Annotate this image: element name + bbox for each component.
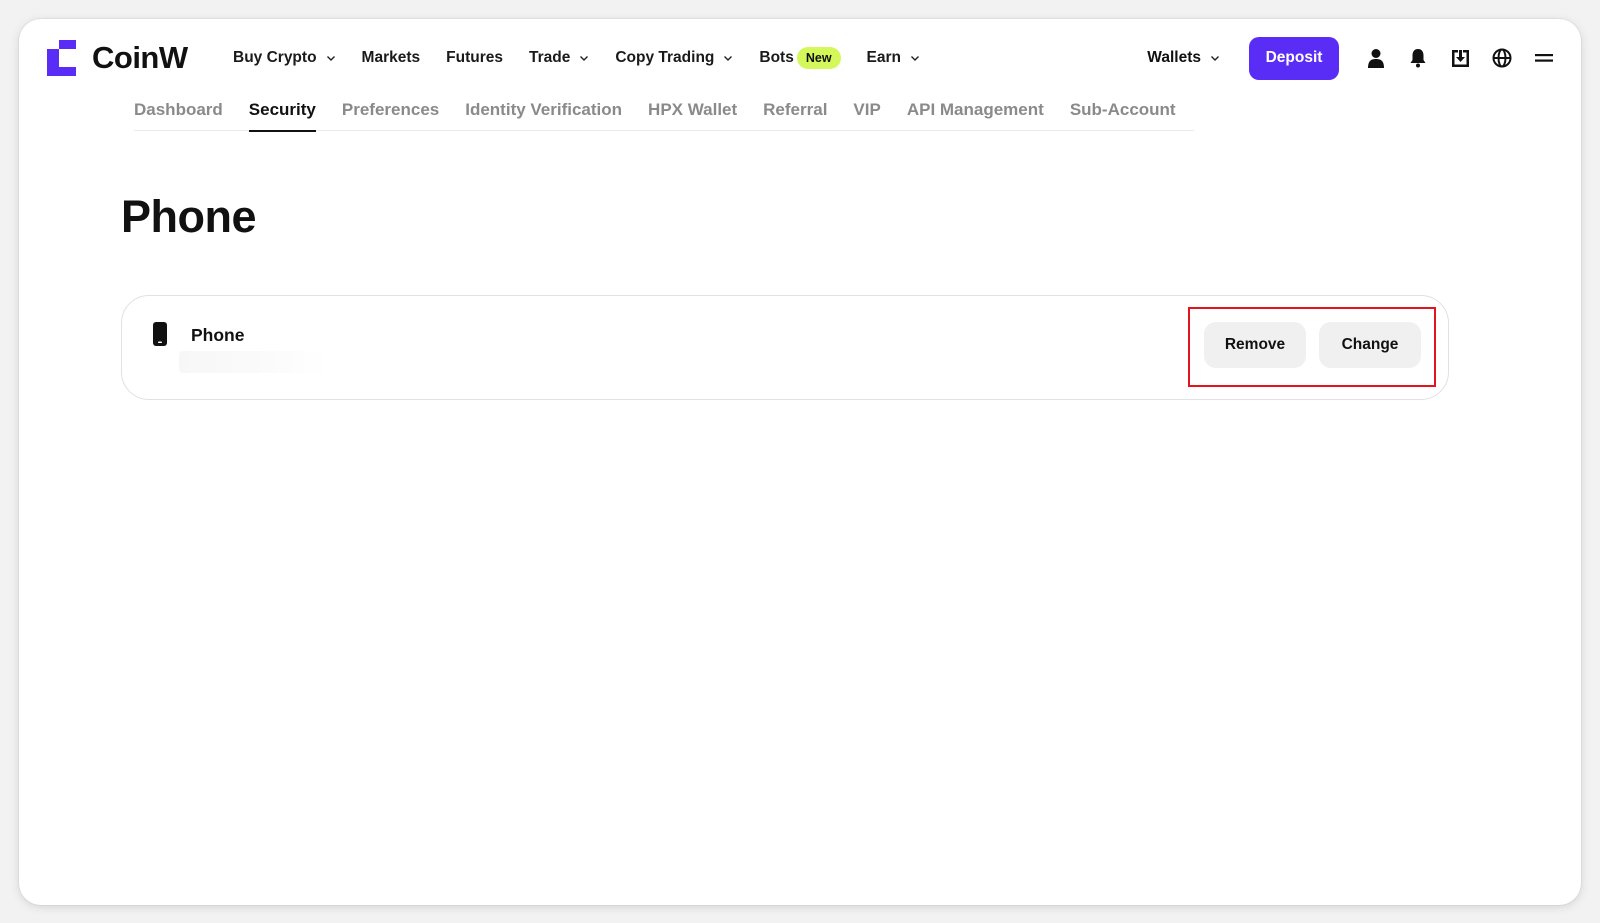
phone-card: Phone Remove Change xyxy=(121,295,1449,400)
nav-item-copy-trading[interactable]: Copy Trading xyxy=(615,49,733,67)
wallets-label: Wallets xyxy=(1147,49,1201,66)
main-nav: Buy Crypto Markets Futures Trade Copy Tradin… xyxy=(233,46,946,70)
tab-identity-verification[interactable]: Identity Verification xyxy=(465,100,622,131)
nav-item-earn[interactable]: Earn xyxy=(867,49,920,67)
globe-icon[interactable] xyxy=(1491,47,1513,69)
bell-icon[interactable] xyxy=(1407,47,1429,69)
tab-sub-account[interactable]: Sub-Account xyxy=(1070,100,1176,131)
nav-item-trade[interactable]: Trade xyxy=(529,49,589,67)
brand-logo[interactable]: CoinW xyxy=(47,39,188,77)
nav-item-markets[interactable]: Markets xyxy=(362,49,421,67)
brand-name: CoinW xyxy=(92,40,188,75)
nav-item-buy-crypto[interactable]: Buy Crypto xyxy=(233,49,336,67)
nav-item-label: Futures xyxy=(446,49,503,66)
tab-referral[interactable]: Referral xyxy=(763,100,827,131)
masked-phone-number xyxy=(179,351,329,373)
chevron-down-icon xyxy=(1211,56,1219,61)
nav-right: Wallets Deposit xyxy=(1147,36,1581,80)
download-icon[interactable] xyxy=(1449,47,1471,69)
remove-phone-button[interactable]: Remove xyxy=(1204,322,1306,368)
phone-icon xyxy=(153,322,167,346)
tab-security[interactable]: Security xyxy=(248,100,316,132)
tab-api-management[interactable]: API Management xyxy=(907,100,1044,131)
tab-preferences[interactable]: Preferences xyxy=(342,100,439,131)
chevron-down-icon xyxy=(724,56,733,61)
account-subtabs: Dashboard Security Preferences Identity Ver… xyxy=(134,100,1194,132)
page-title: Phone xyxy=(121,191,257,242)
nav-item-futures[interactable]: Futures xyxy=(446,49,503,67)
user-icon[interactable] xyxy=(1365,47,1387,69)
nav-item-bots[interactable]: Bots New xyxy=(759,47,841,69)
change-phone-button[interactable]: Change xyxy=(1319,322,1421,368)
browser-window: CoinW Buy Crypto Markets Futures Trade Copy … xyxy=(19,19,1581,905)
nav-item-label: Trade xyxy=(528,49,571,66)
nav-item-label: Copy Trading xyxy=(615,49,715,66)
phone-label: Phone xyxy=(191,325,245,345)
nav-item-label: Bots xyxy=(759,49,794,66)
tab-vip[interactable]: VIP xyxy=(853,100,880,131)
nav-item-label: Earn xyxy=(866,49,902,66)
chevron-down-icon xyxy=(580,56,589,61)
tab-hpx-wallet[interactable]: HPX Wallet xyxy=(648,100,737,131)
chevron-down-icon xyxy=(326,56,335,61)
nav-item-label: Buy Crypto xyxy=(233,49,317,66)
top-navigation: CoinW Buy Crypto Markets Futures Trade Copy … xyxy=(19,19,1581,97)
chevron-down-icon xyxy=(911,56,920,61)
coinw-logo-icon xyxy=(47,40,76,76)
wallets-menu[interactable]: Wallets xyxy=(1147,49,1220,67)
new-badge: New xyxy=(796,47,841,69)
nav-item-label: Markets xyxy=(361,49,421,66)
deposit-button[interactable]: Deposit xyxy=(1249,36,1339,80)
menu-icon[interactable] xyxy=(1533,47,1555,69)
tab-dashboard[interactable]: Dashboard xyxy=(134,100,223,131)
